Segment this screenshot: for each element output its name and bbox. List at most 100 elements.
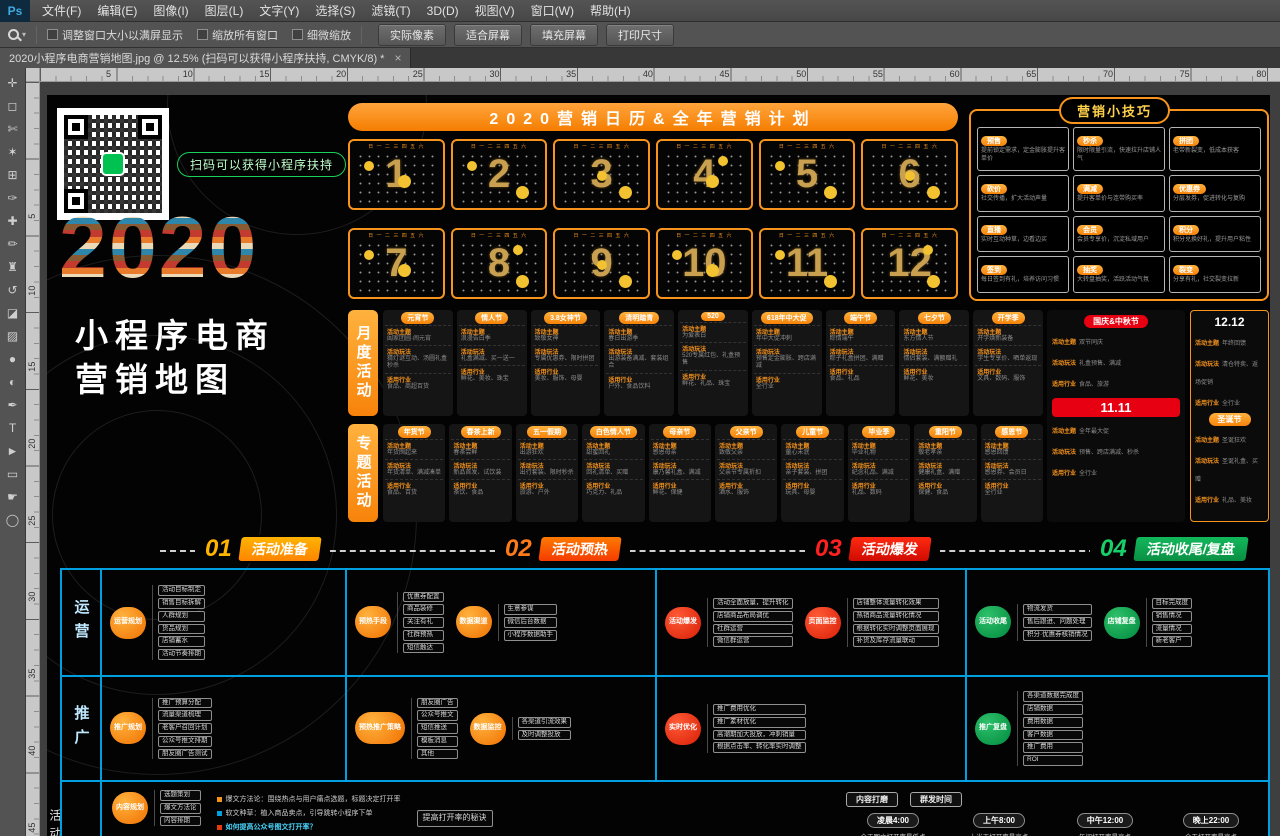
month-number: 7: [350, 230, 443, 297]
menu-item[interactable]: 图层(L): [197, 0, 252, 22]
options-button[interactable]: 实际像素: [378, 24, 446, 46]
tool-button[interactable]: ◪: [1, 301, 25, 324]
options-button[interactable]: 填充屏幕: [530, 24, 598, 46]
tool-button[interactable]: ►: [1, 439, 25, 462]
menu-item[interactable]: 视图(V): [467, 0, 523, 22]
option-checkbox[interactable]: 缩放所有窗口: [197, 27, 278, 43]
mindmap-node: 新老客户: [1152, 636, 1193, 647]
stage-header: 03 活动爆发: [805, 535, 940, 563]
tip-text: 社交传播，扩大活动声量: [981, 196, 1065, 204]
mindmap-node: 积分·优惠券核销情况: [1023, 630, 1092, 641]
month-number: 4: [658, 141, 751, 208]
month-calendar: 日 一 二 三 四 五 六 3: [553, 139, 650, 210]
mindmap-node: 根据转化实时调整页面展现: [853, 624, 939, 635]
options-button[interactable]: 打印尺寸: [606, 24, 674, 46]
timeline-time: 晚上22:00: [1183, 813, 1239, 828]
menu-item[interactable]: 帮助(H): [582, 0, 639, 22]
mindmap-node: 社群运营: [713, 624, 793, 635]
tool-button[interactable]: ☛: [1, 485, 25, 508]
activity-box: 白色情人节 活动主题甜蜜回礼 活动玩法回礼清单、买赠 适用行业巧克力、礼品: [582, 424, 644, 522]
tool-button[interactable]: ✏: [1, 232, 25, 255]
tip-text: 分享有礼，社交裂变拉新: [1173, 277, 1257, 285]
tip-tag: 满减: [1077, 184, 1103, 194]
tool-button[interactable]: ◯: [1, 508, 25, 531]
menu-item[interactable]: 3D(D): [419, 0, 467, 22]
month-calendar: 日 一 二 三 四 五 六 10: [656, 228, 753, 299]
month-calendar: 日 一 二 三 四 五 六 2: [451, 139, 548, 210]
canvas-area[interactable]: 扫码可以获得小程序扶持 2020 小程序电商 营销地图 2020营销日历&全年营…: [40, 82, 1280, 836]
photoshop-window: Ps 文件(F)编辑(E)图像(I)图层(L)文字(Y)选择(S)滤镜(T)3D…: [0, 0, 1280, 836]
activity-title: 520: [701, 312, 725, 321]
option-checkbox[interactable]: 调整窗口大小以满屏显示: [47, 27, 183, 43]
monthly-activities-label: 月度活动: [348, 310, 378, 416]
tool-button[interactable]: ⊞: [1, 163, 25, 186]
mindmap-root: 运营规划: [110, 607, 146, 639]
activity-title: 儿童节: [796, 426, 829, 438]
tool-button[interactable]: ↺: [1, 278, 25, 301]
month-calendar: 日 一 二 三 四 五 六 5: [759, 139, 856, 210]
tips-panel: 预售 提前锁定需求，定金膨胀提升客单价 秒杀 限时限量引流，快速拉升店铺人气 拼…: [969, 109, 1269, 301]
options-button[interactable]: 适合屏幕: [454, 24, 522, 46]
tool-button[interactable]: ✄: [1, 117, 25, 140]
tool-button[interactable]: ▨: [1, 324, 25, 347]
mindmap-root: 页面监控: [805, 607, 841, 639]
activity-box: 儿童节 活动主题童心未泯 活动玩法亲子套装、拼团 适用行业玩具、母婴: [781, 424, 843, 522]
double12-panel: 12.12 活动主题年终回馈 活动玩法清仓特卖、返场促销 适用行业全行业 圣诞节…: [1190, 310, 1269, 522]
activity-title: 清明踏青: [619, 312, 659, 324]
menu-item[interactable]: 滤镜(T): [363, 0, 418, 22]
send-time-node: 群发时间: [910, 792, 962, 807]
stage-header-row: 01 活动准备 02 活动预热 03 活动爆发 04 活动收尾/复盘: [100, 535, 1270, 567]
mindmap-node: 朋友圈广告: [417, 698, 458, 709]
mindmap-node: 短信推送: [417, 723, 458, 734]
cell-operations-review: 活动收尾 物流发货售后跟进、问题处理积分·优惠券核销情况 店铺复盘 目标完成度销…: [965, 568, 1270, 675]
menu-item[interactable]: 编辑(E): [89, 0, 145, 22]
timeline-note: 午间打开率最高点: [1079, 831, 1131, 836]
tip-box: 秒杀 限时限量引流，快速拉升店铺人气: [1073, 127, 1165, 171]
menu-item[interactable]: 文件(F): [34, 0, 89, 22]
menu-item[interactable]: 图像(I): [145, 0, 196, 22]
tip-text: 限时限量引流，快速拉升店铺人气: [1077, 148, 1161, 164]
option-checkbox[interactable]: 细微缩放: [292, 27, 351, 43]
tool-button[interactable]: ✚: [1, 209, 25, 232]
menu-item[interactable]: 文字(Y): [251, 0, 307, 22]
month-number: 9: [555, 230, 648, 297]
stage-name: 活动准备: [238, 537, 321, 561]
activity-box: 情人节 活动主题浪漫告白季 活动玩法礼盒满减、买一送一 适用行业鲜花、美妆、珠宝: [457, 310, 527, 416]
activity-box: 七夕节 活动主题东方情人节 活动玩法情侣套装、满额赠礼 适用行业鲜花、美妆: [899, 310, 969, 416]
divider: [36, 26, 37, 44]
tool-button[interactable]: ◐: [1, 370, 25, 393]
close-icon[interactable]: ×: [394, 52, 401, 64]
mindmap-node: 店铺整体流量转化效果: [853, 598, 939, 609]
activity-box: 毕业季 活动主题毕业礼物 活动玩法纪念礼品、满减 适用行业礼品、数码: [848, 424, 910, 522]
tool-button[interactable]: ●: [1, 347, 25, 370]
menu-item[interactable]: 选择(S): [307, 0, 363, 22]
tool-button[interactable]: ♜: [1, 255, 25, 278]
open-rate-secret-node: 提高打开率的秘诀: [417, 810, 493, 827]
send-time-timeline: 内容打磨 群发时间 凌晨4:00 全天图文打开率最低点 上午8:00 上半天打开…: [846, 790, 1258, 836]
checkbox-icon: [197, 29, 208, 40]
tool-button[interactable]: ◻: [1, 94, 25, 117]
ps-logo: Ps: [0, 0, 30, 22]
poster-title-line2: 营销地图: [75, 353, 235, 401]
mindmap-node: 社群预热: [403, 630, 444, 641]
activity-box: 感恩节 活动主题感恩回馈 活动玩法感恩券、会员日 适用行业全行业: [981, 424, 1043, 522]
tool-button[interactable]: T: [1, 416, 25, 439]
tool-button[interactable]: ✒: [1, 393, 25, 416]
month-number: 2: [453, 141, 546, 208]
menu-item[interactable]: 窗口(W): [523, 0, 582, 22]
mindmap-node: 根据点击率、转化率实时调整: [713, 742, 806, 753]
scan-hint: 扫码可以获得小程序扶持: [177, 152, 346, 177]
tip-text: 每日签到有礼，培养访问习惯: [981, 277, 1065, 285]
month-number: 12: [863, 230, 956, 297]
document-tab[interactable]: 2020小程序电商营销地图.jpg @ 12.5% (扫码可以获得小程序扶持, …: [0, 48, 411, 68]
timeline-item: 上午8:00 上半天打开率最高点: [952, 813, 1046, 836]
tool-button[interactable]: ✛: [1, 71, 25, 94]
zoom-tool-context[interactable]: ▾: [8, 29, 26, 40]
tool-button[interactable]: ▭: [1, 462, 25, 485]
special-activities-label: 专题活动: [348, 424, 378, 522]
options-bar: ▾ 调整窗口大小以满屏显示 缩放所有窗口 细微缩放 实际像素适合屏幕填充屏幕打印…: [0, 22, 1280, 48]
tool-button[interactable]: ✑: [1, 186, 25, 209]
divider: [361, 26, 362, 44]
tool-button[interactable]: ✶: [1, 140, 25, 163]
tip-tag: 积分: [1173, 225, 1199, 235]
